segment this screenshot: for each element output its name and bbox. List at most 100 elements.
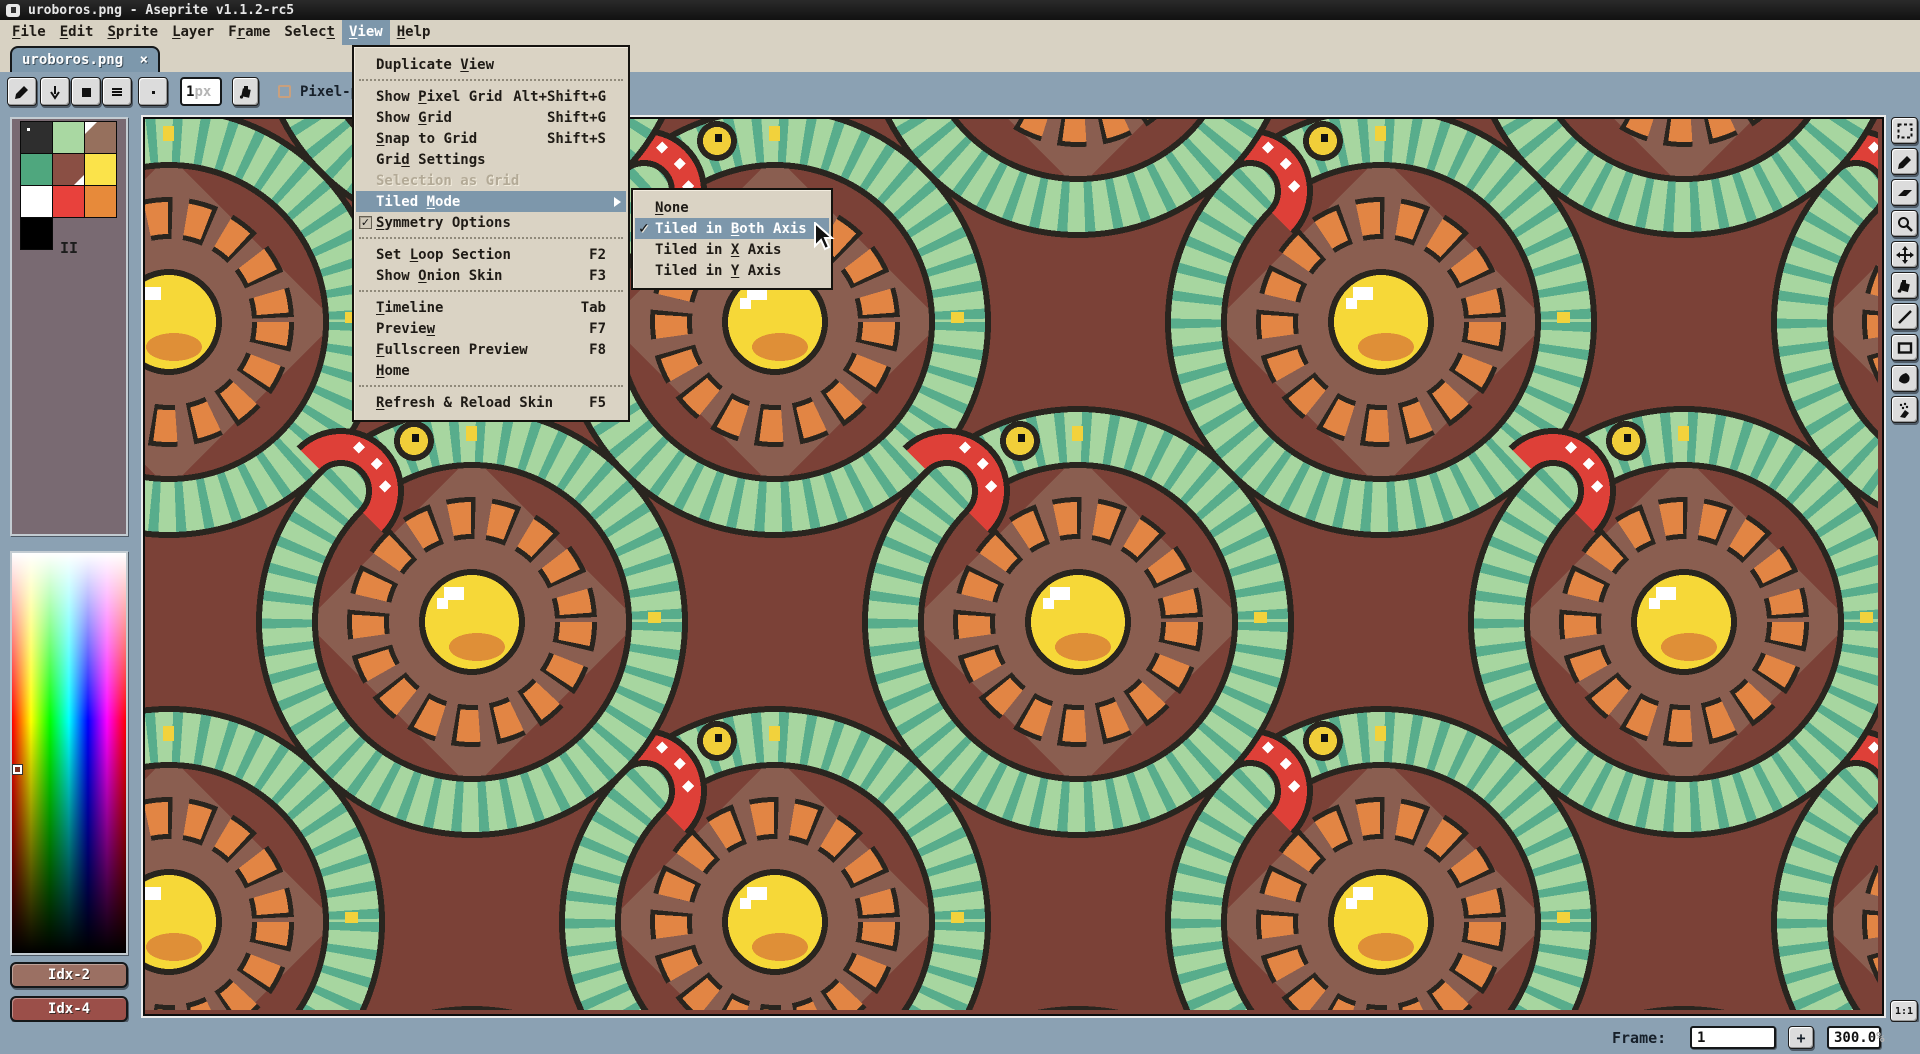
rectangle-tool-button[interactable] (1891, 334, 1918, 361)
blur-tool-button[interactable] (1891, 365, 1918, 392)
rectangle-icon (1896, 339, 1914, 357)
palette-swatch[interactable] (52, 185, 85, 218)
tiled-mode-option-tiled-in-y-axis[interactable]: Tiled in Y Axis (635, 260, 829, 281)
menu-bar: FileEditSpriteLayerFrameSelectViewHelp (0, 20, 1920, 45)
palette-swatch[interactable] (20, 185, 53, 218)
menubar-item-edit[interactable]: Edit (53, 20, 101, 45)
brush-dot-button[interactable] (138, 77, 168, 106)
submenu-arrow-icon (614, 197, 621, 207)
bg-corner-marker (74, 175, 84, 185)
menubar-item-help[interactable]: Help (390, 20, 438, 45)
paint-bucket-icon (1896, 277, 1914, 295)
window-title: uroboros.png - Aseprite v1.1.2-rc5 (28, 3, 294, 18)
eraser-icon (1896, 184, 1914, 202)
menu-separator (356, 233, 626, 244)
marquee-icon (1896, 122, 1914, 140)
background-color-button[interactable]: Idx-4 (10, 996, 128, 1022)
color-spectrum-panel (10, 551, 128, 955)
view-menu-item-fullscreen-preview[interactable]: Fullscreen PreviewF8 (356, 339, 626, 360)
view-menu: Duplicate View Show Pixel GridAlt+Shift+G… (352, 45, 630, 422)
palette-panel: II (10, 117, 128, 536)
palette-resize-handle[interactable]: II (12, 239, 126, 257)
view-menu-item-selection-as-grid[interactable]: Selection as Grid (356, 170, 626, 191)
menubar-item-layer[interactable]: Layer (165, 20, 221, 45)
pixel-perfect-checkbox[interactable] (278, 85, 291, 98)
view-menu-item-home[interactable]: Home (356, 360, 626, 381)
menubar-item-view[interactable]: View (342, 20, 390, 45)
fg-corner-marker (85, 122, 97, 134)
title-bar: uroboros.png - Aseprite v1.1.2-rc5 (0, 0, 1920, 20)
view-menu-item-set-loop-section[interactable]: Set Loop SectionF2 (356, 244, 626, 265)
tab-bar: uroboros.png × (0, 45, 1920, 72)
move-tool-button[interactable] (1891, 241, 1918, 268)
line-tool-button[interactable] (1891, 303, 1918, 330)
brush-options-button[interactable] (102, 77, 132, 106)
add-frame-button[interactable]: + (1788, 1026, 1814, 1049)
eraser-tool-button[interactable] (1891, 179, 1918, 206)
status-bar: Frame: 1 + 300.0% (0, 1022, 1920, 1054)
color-spectrum[interactable] (12, 553, 126, 953)
palette-swatch[interactable] (84, 185, 117, 218)
palette-swatch[interactable] (84, 121, 117, 154)
view-menu-item-show-pixel-grid[interactable]: Show Pixel GridAlt+Shift+G (356, 86, 626, 107)
marquee-tool-button[interactable] (1891, 117, 1918, 144)
brush-size-input[interactable]: 1px (180, 77, 222, 106)
view-menu-item-timeline[interactable]: TimelineTab (356, 297, 626, 318)
checkbox-checked-icon: ✓ (359, 216, 372, 229)
menubar-item-sprite[interactable]: Sprite (100, 20, 165, 45)
palette-swatch[interactable] (52, 153, 85, 186)
move-icon (1896, 246, 1914, 264)
view-menu-item-grid-settings[interactable]: Grid Settings (356, 149, 626, 170)
blur-icon (1896, 370, 1914, 388)
tiled-mode-option-tiled-in-both-axis[interactable]: ✓Tiled in Both Axis (635, 218, 829, 239)
paint-bucket-tool-button[interactable] (1891, 272, 1918, 299)
check-icon: ✓ (638, 221, 655, 237)
tab-label: uroboros.png (22, 52, 123, 68)
tab-uroboros[interactable]: uroboros.png × (10, 46, 160, 72)
one-to-one-zoom-button[interactable]: 1:1 (1890, 1000, 1918, 1022)
view-menu-item-tiled-mode[interactable]: Tiled Mode (356, 191, 626, 212)
menubar-item-file[interactable]: File (5, 20, 53, 45)
menubar-item-select[interactable]: Select (277, 20, 342, 45)
brush-square-button[interactable] (71, 77, 101, 106)
palette-swatch[interactable] (52, 121, 85, 154)
view-menu-item-preview[interactable]: PreviewF7 (356, 318, 626, 339)
view-menu-item-snap-to-grid[interactable]: Snap to GridShift+S (356, 128, 626, 149)
foreground-color-button[interactable]: Idx-2 (10, 962, 128, 988)
mouse-cursor (813, 222, 839, 252)
brush-pencil-button[interactable] (7, 77, 37, 106)
zoom-tool-button[interactable] (1891, 210, 1918, 237)
tiled-mode-option-tiled-in-x-axis[interactable]: Tiled in X Axis (635, 239, 829, 260)
palette-swatch[interactable] (84, 153, 117, 186)
context-toolbar: 1px Pixel-pe (0, 72, 1920, 111)
menu-separator (356, 286, 626, 297)
selected-swatch-dot (27, 128, 30, 131)
menubar-item-frame[interactable]: Frame (221, 20, 277, 45)
zoom-input[interactable]: 300.0% (1827, 1026, 1881, 1049)
spray-tool-button[interactable] (1891, 396, 1918, 423)
color-spectrum-marker[interactable] (13, 765, 22, 774)
zoom-icon (1896, 215, 1914, 233)
view-menu-item-show-onion-skin[interactable]: Show Onion SkinF3 (356, 265, 626, 286)
menu-separator (356, 381, 626, 392)
view-menu-item-refresh-reload-skin[interactable]: Refresh & Reload SkinF5 (356, 392, 626, 413)
view-menu-item-show-grid[interactable]: Show GridShift+G (356, 107, 626, 128)
palette-swatch[interactable] (20, 121, 53, 154)
palette-swatches (21, 122, 122, 250)
pencil-icon (1897, 154, 1913, 170)
app-icon (6, 4, 20, 17)
tiled-mode-submenu: None✓Tiled in Both AxisTiled in X AxisTi… (631, 188, 833, 290)
frame-input[interactable]: 1 (1690, 1026, 1776, 1049)
brush-dropdown-button[interactable] (40, 77, 70, 106)
view-menu-item-symmetry-options[interactable]: ✓Symmetry Options (356, 212, 626, 233)
spray-icon (1896, 401, 1914, 419)
view-menu-item-duplicate-view[interactable]: Duplicate View (356, 54, 626, 75)
pencil-tool-button[interactable] (1891, 148, 1918, 175)
palette-swatch[interactable] (20, 153, 53, 186)
tiled-mode-option-none[interactable]: None (635, 197, 829, 218)
frame-label: Frame: (1612, 1029, 1666, 1047)
menu-separator (356, 75, 626, 86)
line-icon (1896, 308, 1914, 326)
tab-close-icon[interactable]: × (140, 52, 148, 68)
ink-button[interactable] (232, 77, 259, 106)
